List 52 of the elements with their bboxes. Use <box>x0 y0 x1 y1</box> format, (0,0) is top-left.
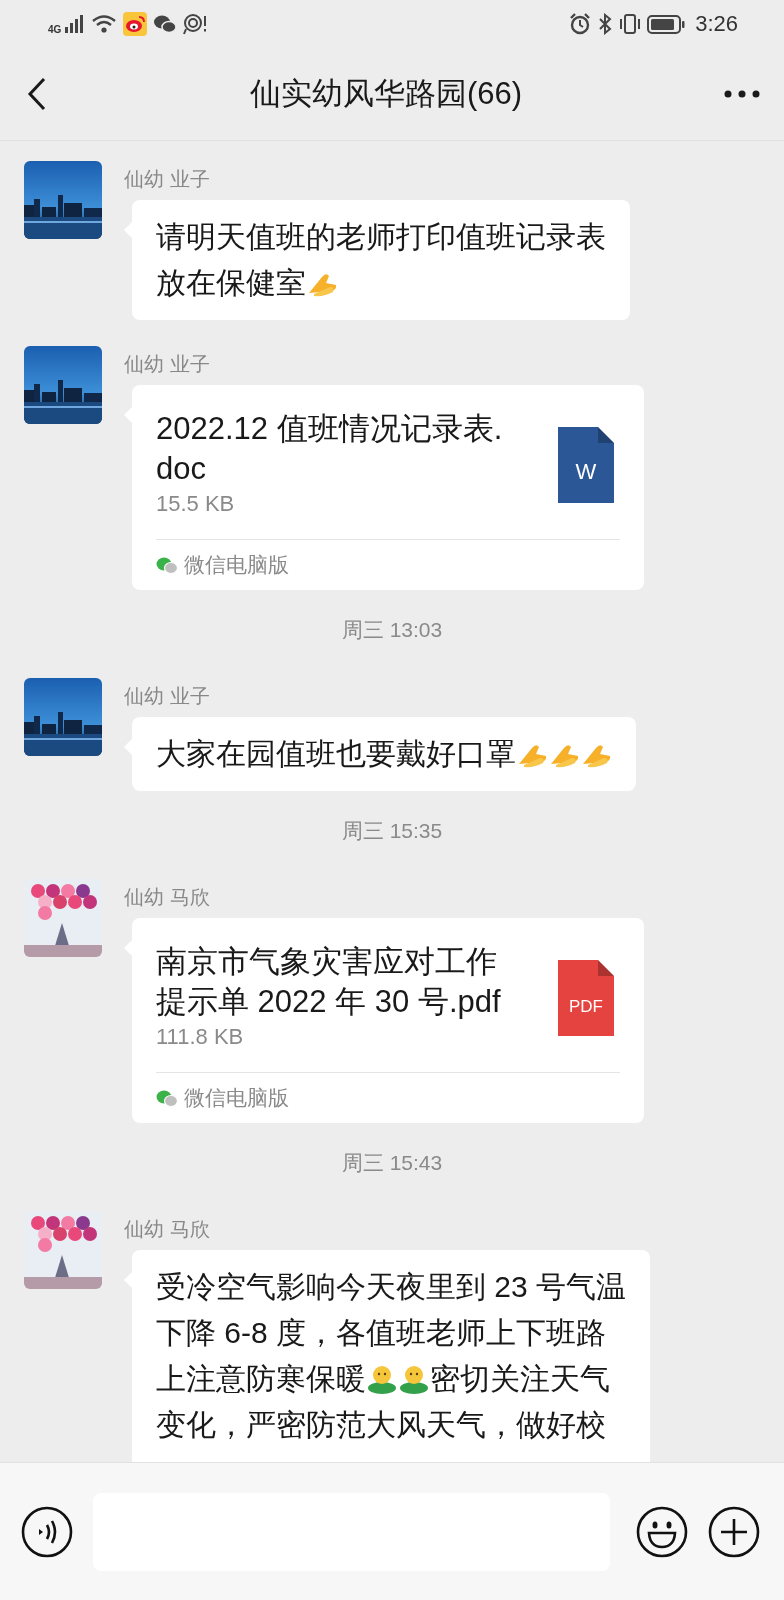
voice-icon <box>21 1505 73 1558</box>
vibrate-icon <box>619 13 642 35</box>
more-button[interactable] <box>708 1505 760 1558</box>
signal-icon <box>63 13 86 35</box>
sender-name: 仙幼 马欣 <box>124 885 211 910</box>
file-card[interactable]: 南京市气象灾害应对工作提示单 2022 年 30 号.pdf 111.8 KB PDF 微信电脑版 <box>132 918 644 1123</box>
sender-name: 仙幼 马欣 <box>124 1217 211 1242</box>
plus-icon <box>708 1505 760 1558</box>
source-label: 微信电脑版 <box>184 552 289 578</box>
wechat-icon <box>156 1088 178 1108</box>
message-text: 受冷空气影响今天夜里到 23 号气温 <box>156 1269 627 1305</box>
message-text: 上注意防寒保暖 <box>156 1361 366 1397</box>
wifi-icon <box>91 13 118 35</box>
weibo-app-icon <box>123 12 148 36</box>
file-icon: W <box>558 427 614 503</box>
wechat-icon <box>156 555 178 575</box>
target-icon <box>183 13 209 35</box>
hugging-face-icon <box>366 1363 398 1395</box>
message-text: 下降 6-8 度，各值班老师上下班路 <box>156 1315 607 1351</box>
message-text: 大家在园值班也要戴好口罩 <box>156 736 516 772</box>
message-text: 变化，严密防范大风天气，做好校 <box>156 1407 606 1443</box>
emoji-button[interactable] <box>636 1505 688 1558</box>
chat-bubbles-icon <box>153 13 178 35</box>
message-text: 请明天值班的老师打印值班记录表 <box>156 219 606 255</box>
message-text: 放在保健室 <box>156 265 306 301</box>
timestamp: 周三 15:35 <box>341 819 443 842</box>
bluetooth-icon <box>597 13 614 35</box>
timestamp: 周三 13:03 <box>341 618 443 641</box>
sender-name: 仙幼 业子 <box>124 352 211 377</box>
sender-name: 仙幼 业子 <box>124 684 211 709</box>
chat-title: 仙实幼风华路园(66) <box>248 75 524 113</box>
hugging-face-icon <box>398 1363 430 1395</box>
smiley-icon <box>636 1505 688 1558</box>
more-button[interactable] <box>724 89 760 99</box>
alarm-icon <box>569 13 592 35</box>
file-size: 111.8 KB <box>156 1024 245 1050</box>
network-label: 4G <box>48 24 62 35</box>
back-button[interactable] <box>26 76 48 112</box>
file-size: 15.5 KB <box>156 491 236 517</box>
sender-name: 仙幼 业子 <box>124 167 211 192</box>
file-icon: PDF <box>558 960 614 1036</box>
source-label: 微信电脑版 <box>184 1085 289 1111</box>
file-name: 2022.12 值班情况记录表.doc <box>156 410 504 488</box>
file-name: 南京市气象灾害应对工作提示单 2022 年 30 号.pdf <box>156 943 502 1021</box>
back-icon <box>26 76 48 112</box>
message-text: 密切关注天气 <box>430 1361 610 1397</box>
clock-time: 3:26 <box>695 11 738 37</box>
file-card[interactable]: 2022.12 值班情况记录表.doc 15.5 KB W 微信电脑版 <box>132 385 644 590</box>
battery-icon <box>647 13 686 35</box>
more-icon <box>724 89 760 99</box>
timestamp: 周三 15:43 <box>341 1151 443 1174</box>
voice-button[interactable] <box>21 1505 73 1558</box>
